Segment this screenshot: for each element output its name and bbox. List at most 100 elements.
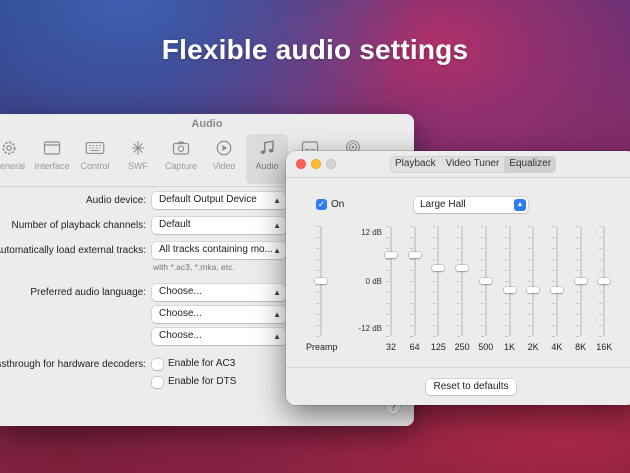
updown-chevron-icon: ▲ [273,196,281,205]
inspector-tabs: Playback Video Tuner Equalizer [390,156,557,173]
external-tracks-value: All tracks containing mo... [159,244,273,255]
updown-chevron-icon: ▲ [273,221,281,230]
slider-knob[interactable] [432,265,445,271]
slider-tick [480,270,484,271]
slider-knob[interactable] [408,252,421,258]
music-note-icon [256,137,278,159]
band-slider-16k[interactable] [598,226,611,337]
slider-tick [504,270,508,271]
slider-tick [316,270,319,271]
slider-tick [599,336,603,337]
slider-tick [575,314,579,315]
slider-tick [504,325,508,326]
band-slider-500[interactable] [479,226,492,337]
equalizer-window: Playback Video Tuner Equalizer ✓ On Larg… [286,151,630,405]
band-slider-4k[interactable] [550,226,563,337]
band-slider-64[interactable] [408,226,421,337]
band-slider-1k[interactable] [503,226,516,337]
preamp-slider[interactable] [315,226,327,337]
slider-track [532,226,535,336]
minimize-button[interactable] [311,159,321,169]
close-button[interactable] [296,159,306,169]
passthrough-label: Passthrough for hardware decoders: [0,359,146,370]
slider-tick [316,259,319,260]
slider-tick [599,292,603,293]
slider-tick [599,237,603,238]
toolbar-label: SWF [128,161,148,171]
toolbar-swf[interactable]: SWF [117,134,159,184]
slider-knob[interactable] [456,265,469,271]
ac3-checkbox[interactable] [152,359,163,370]
checkmark-icon: ✓ [317,199,326,209]
slider-tick [457,336,461,337]
slider-track [508,226,511,336]
slider-tick [480,325,484,326]
band-slider-8k[interactable] [574,226,587,337]
slider-tick [433,226,437,227]
slider-tick [575,270,579,271]
tab-video-tuner[interactable]: Video Tuner [441,156,505,173]
band-slider-2k[interactable] [527,226,540,337]
preferred-language-select-3[interactable]: Choose... ▲ [152,328,286,345]
external-tracks-hint: with *.ac3, *.mka, etc. [153,262,235,272]
band-slider-125[interactable] [432,226,445,337]
slider-tick [575,237,579,238]
slider-tick [433,292,437,293]
tab-equalizer[interactable]: Equalizer [504,156,557,173]
slider-knob[interactable] [598,278,611,284]
slider-tick [504,237,508,238]
toolbar-capture[interactable]: Capture [160,134,202,184]
external-tracks-label: Automatically load external tracks: [0,245,146,256]
slider-tick [409,325,413,326]
slider-tick [386,336,389,337]
toolbar-audio[interactable]: Audio [246,134,288,184]
slider-tick [316,292,319,293]
preferred-language-select-1[interactable]: Choose... ▲ [152,284,286,301]
slider-tick [409,226,413,227]
slider-tick [457,303,461,304]
footer-divider [286,367,630,368]
slider-knob[interactable] [574,278,587,284]
slider-knob[interactable] [385,252,397,258]
toolbar-general[interactable]: General [0,134,30,184]
slider-tick [480,292,484,293]
reset-to-defaults-button[interactable]: Reset to defaults [426,379,516,395]
slider-tick [551,237,555,238]
slider-tick [433,237,437,238]
band-slider-32[interactable] [385,226,397,337]
slider-tick [551,281,555,282]
slider-tick [575,226,579,227]
preferred-language-select-2[interactable]: Choose... ▲ [152,306,286,323]
slider-knob[interactable] [527,286,540,293]
titlebar-divider [286,177,630,178]
slider-knob[interactable] [315,278,327,284]
audio-device-select[interactable]: Default Output Device ▲ [152,192,286,209]
playback-channels-select[interactable]: Default ▲ [152,217,286,234]
preset-select[interactable]: Large Hall ▲ [414,197,528,213]
slider-knob[interactable] [503,286,516,293]
ac3-checkbox-label: Enable for AC3 [168,358,236,369]
updown-chevron-icon: ▲ [273,310,281,319]
slider-tick [457,248,461,249]
slider-tick [551,325,555,326]
slider-tick [551,270,555,271]
slider-knob[interactable] [550,286,563,293]
zoom-button[interactable] [326,159,336,169]
toolbar-interface[interactable]: Interface [31,134,73,184]
slider-knob[interactable] [479,278,492,284]
tab-playback[interactable]: Playback [390,156,441,173]
slider-tick [575,292,579,293]
toolbar-video[interactable]: Video [203,134,245,184]
updown-chevron-icon: ▲ [514,199,526,211]
dts-checkbox[interactable] [152,377,163,388]
slider-tick [528,270,532,271]
toolbar-control[interactable]: Control [74,134,116,184]
slider-track [461,226,464,336]
equalizer-on-checkbox[interactable]: ✓ [316,199,327,210]
external-tracks-select[interactable]: All tracks containing mo... ▲ [152,242,286,259]
band-slider-250[interactable] [456,226,469,337]
slider-tick [528,237,532,238]
slider-tick [599,325,603,326]
slider-tick [504,314,508,315]
slider-tick [433,325,437,326]
